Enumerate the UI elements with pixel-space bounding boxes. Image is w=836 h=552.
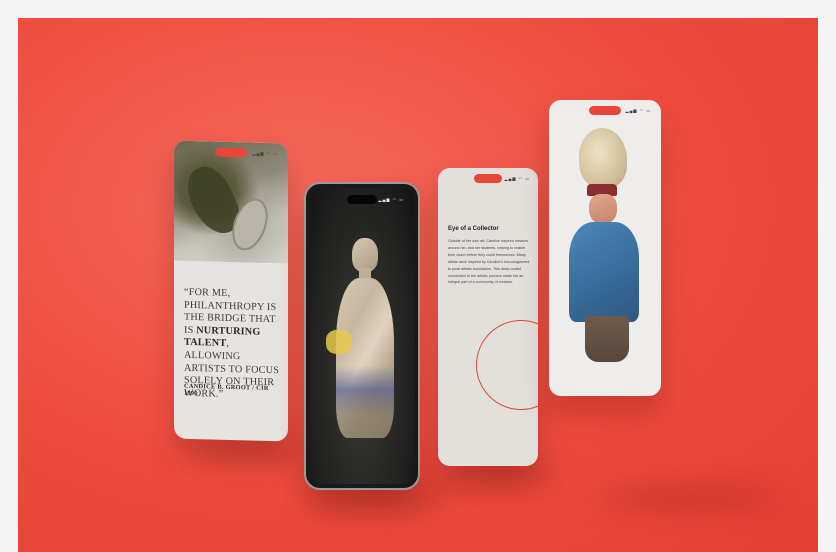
phone-quote-screen: ▂▄▆ ◠ ▭ “For me, philanthropy is the bri… (174, 140, 288, 442)
status-icons: ▂▄▆ ◠ ▭ (378, 197, 404, 202)
phone-notch (589, 106, 621, 115)
sculpture-screen: ▂▄▆ ◠ ▭ (310, 188, 414, 484)
phone-notch (474, 174, 502, 183)
dynamic-island (347, 195, 377, 204)
phone-notch (215, 147, 247, 158)
torso-sculpture-image (326, 238, 394, 438)
smoking-figure-sculpture-image (563, 124, 647, 384)
status-icons: ▂▄▆ ◠ ▭ (625, 108, 651, 113)
plant-sculpture-photo (174, 140, 288, 264)
phone-shadow (198, 443, 308, 457)
status-icons: ▂▄▆ ◠ ▭ (504, 176, 530, 181)
phone-figure-screen: ▂▄▆ ◠ ▭ (549, 100, 661, 396)
phone-collector-screen: ▂▄▆ ◠ ▭ Eye of a Collector Outside of he… (438, 168, 538, 466)
section-title: Eye of a Collector (448, 226, 499, 232)
section-paragraph: Outside of her own art, Candice inspired… (448, 239, 530, 285)
decorative-circle (476, 320, 538, 410)
mockup-canvas: ▂▄▆ ◠ ▭ “For me, philanthropy is the bri… (18, 18, 818, 552)
figure-pants (585, 316, 629, 362)
figure-face (589, 194, 617, 224)
sculpture-body (336, 278, 394, 438)
phone-shadow (598, 490, 778, 506)
quote-emphasis: nurturing talent (184, 324, 261, 350)
phone-shadow (308, 488, 448, 506)
sculpture-head (352, 238, 378, 272)
quote-credit: Candice B. Groot / CIR 1990 (184, 382, 269, 398)
side-button (419, 264, 420, 298)
phone-sculpture-device: ▂▄▆ ◠ ▭ (304, 182, 420, 490)
status-icons: ▂▄▆ ◠ ▭ (252, 150, 278, 157)
sculpture-yellow-patch (326, 330, 352, 354)
phone-shadow (438, 466, 558, 480)
side-button (419, 374, 420, 404)
figure-shirt (569, 222, 639, 322)
smoke-cloud (579, 128, 627, 188)
